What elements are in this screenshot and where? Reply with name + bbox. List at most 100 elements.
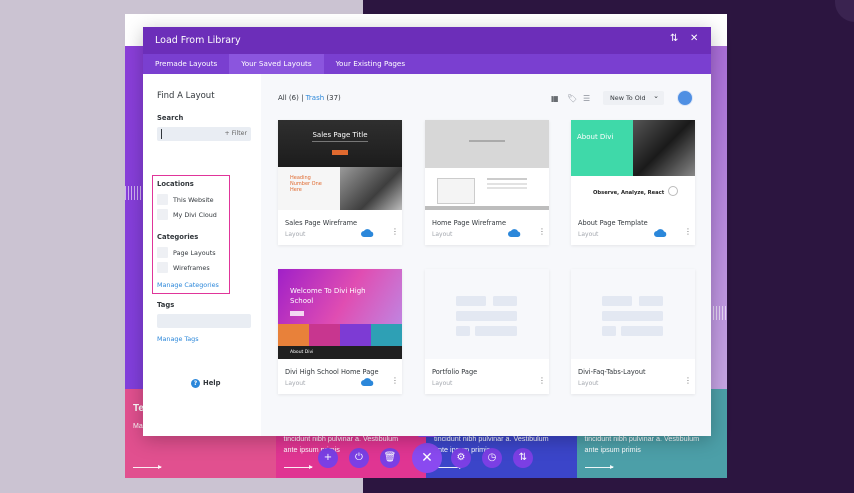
search-label: Search [157, 114, 184, 122]
more-dots-icon[interactable]: ⋮ [684, 377, 692, 385]
more-dots-icon[interactable]: ⋮ [391, 228, 399, 236]
avatar[interactable] [677, 90, 693, 106]
card-type: Layout [432, 380, 453, 387]
trash-icon[interactable]: 🗑 [380, 448, 400, 468]
thumb-text-lines [487, 178, 527, 180]
tags-input[interactable] [157, 314, 251, 328]
card-name: Portfolio Page [432, 368, 478, 376]
more-dots-icon[interactable]: ⋮ [684, 228, 692, 236]
thumb-image-placeholder [437, 178, 475, 204]
modal-title: Load From Library [155, 35, 241, 46]
layout-card-divi-high-school-home-page[interactable]: Welcome To Divi High School About Divi D… [278, 269, 402, 394]
tile-text: ante ipsum primis [584, 445, 641, 454]
thumb-button [332, 150, 348, 155]
layout-card-portfolio-page[interactable]: Portfolio Page Layout ⋮ [425, 269, 549, 394]
library-main: All (6) | Trash (37) ▦ 🏷 ☰ New To Old Sa… [261, 74, 711, 436]
placeholder-block [621, 326, 663, 336]
thumb-title: Welcome To Divi High School [290, 287, 366, 305]
card-name: About Page Template [578, 219, 648, 227]
thumb-title: Sales Page Title [312, 131, 368, 139]
thumb-footer-bar [425, 206, 549, 210]
help-label: Help [203, 379, 221, 387]
thumb-cell [340, 324, 371, 346]
close-icon[interactable]: ✕ [412, 443, 442, 473]
placeholder-block [475, 326, 517, 336]
power-icon[interactable]: ⏻ [349, 448, 369, 468]
card-name: Divi High School Home Page [285, 368, 379, 376]
thumb-title: About Divi [577, 133, 614, 141]
trash-filter[interactable]: Trash [306, 94, 325, 102]
thumb-image [340, 167, 402, 210]
tab-your-saved-layouts[interactable]: Your Saved Layouts [229, 54, 324, 74]
tags-label: Tags [157, 301, 175, 309]
cloud-icon [361, 378, 374, 386]
thumb-image [633, 120, 695, 176]
thumb-subtitle-line [312, 141, 368, 142]
cloud-icon [654, 229, 667, 237]
filter-button[interactable]: + Filter [225, 130, 247, 137]
layout-thumbnail-placeholder [425, 269, 549, 359]
load-from-library-modal: Load From Library ⇅ ✕ Premade Layouts Yo… [143, 27, 711, 436]
highlight-box [152, 175, 230, 294]
manage-tags-link[interactable]: Manage Tags [157, 335, 199, 343]
filter-separator: | [301, 94, 304, 102]
thumb-hero [425, 120, 549, 168]
cloud-icon [361, 229, 374, 237]
layout-card-about-page-template[interactable]: About Divi Observe, Analyze, React About… [571, 120, 695, 245]
thumb-heading: Heading Number One Here [290, 175, 322, 193]
layout-card-divi-faq-tabs-layout[interactable]: Divi-Faq-Tabs-Layout Layout ⋮ [571, 269, 695, 394]
card-name: Divi-Faq-Tabs-Layout [578, 368, 646, 376]
thumb-cell [278, 324, 309, 346]
card-type: Layout [285, 380, 306, 387]
arrow-icon [283, 465, 313, 469]
close-icon[interactable]: ✕ [690, 33, 698, 44]
help-icon: ? [191, 379, 200, 388]
placeholder-block [456, 326, 470, 336]
sidebar-title: Find A Layout [157, 91, 215, 101]
card-type: Layout [578, 231, 599, 238]
thumb-tagline: Observe, Analyze, React [593, 190, 665, 196]
list-view-icon[interactable]: ☰ [583, 94, 590, 103]
add-icon[interactable]: + [318, 448, 338, 468]
tile-cut-text: Ma [133, 423, 143, 430]
sort-icon[interactable]: ⇅ [513, 448, 533, 468]
placeholder-block [493, 296, 517, 306]
thumb-circle [668, 186, 678, 196]
thumb-hero [278, 120, 402, 167]
thumb-cell [371, 324, 402, 346]
more-dots-icon[interactable]: ⋮ [538, 377, 546, 385]
library-sidebar: Find A Layout Search + Filter Locations … [143, 74, 261, 436]
all-filter[interactable]: All (6) [278, 94, 299, 102]
layout-card-home-page-wireframe[interactable]: Home Page Wireframe Layout ⋮ [425, 120, 549, 245]
thumb-color-grid [278, 324, 402, 346]
arrow-icon [584, 465, 614, 469]
layout-thumbnail [425, 120, 549, 210]
placeholder-block [456, 296, 486, 306]
history-icon[interactable]: ◷ [482, 448, 502, 468]
help-button[interactable]: ? Help [191, 379, 221, 388]
placeholder-block [602, 326, 616, 336]
thumb-title-line [469, 140, 505, 142]
tab-your-existing-pages[interactable]: Your Existing Pages [324, 54, 418, 74]
sort-select[interactable]: New To Old [603, 89, 664, 105]
more-dots-icon[interactable]: ⋮ [538, 228, 546, 236]
decorative-stripes [125, 186, 145, 200]
card-type: Layout [578, 380, 599, 387]
text-cursor [161, 129, 162, 139]
placeholder-block [602, 296, 632, 306]
layout-thumbnail: Welcome To Divi High School About Divi [278, 269, 402, 359]
trash-count: (37) [326, 94, 341, 102]
card-type: Layout [432, 231, 453, 238]
more-dots-icon[interactable]: ⋮ [391, 377, 399, 385]
sort-icon[interactable]: ⇅ [670, 33, 678, 44]
tag-icon[interactable]: 🏷 [567, 94, 577, 103]
tab-premade-layouts[interactable]: Premade Layouts [143, 54, 229, 74]
modal-header: Load From Library ⇅ ✕ [143, 27, 711, 54]
grid-view-icon[interactable]: ▦ [551, 94, 559, 103]
search-input[interactable]: + Filter [157, 127, 251, 141]
card-name: Sales Page Wireframe [285, 219, 358, 227]
arrow-icon [133, 465, 162, 469]
layout-card-sales-page-wireframe[interactable]: Sales Page Title Heading Number One Here… [278, 120, 402, 245]
thumb-button [290, 311, 304, 316]
settings-icon[interactable]: ⚙ [451, 448, 471, 468]
